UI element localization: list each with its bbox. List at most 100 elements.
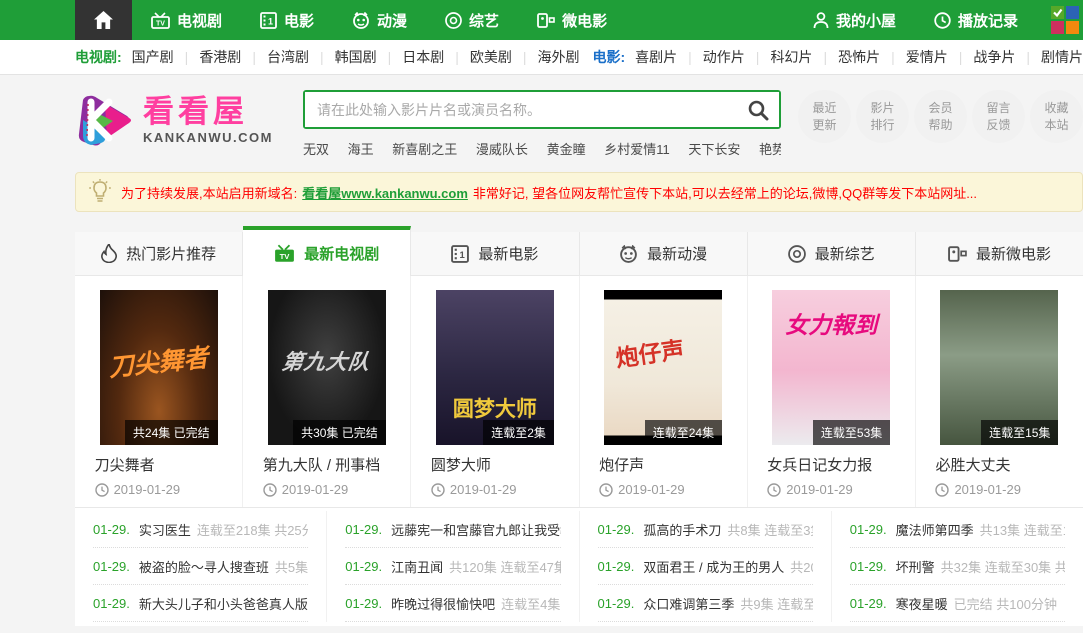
movie-poster[interactable]: 炮仔声 连载至24集: [604, 290, 722, 445]
episode-badge: 共30集 已完结: [293, 420, 386, 445]
nav-item-label: 综艺: [469, 10, 499, 31]
bookmark-site-button[interactable]: 收藏 本站: [1030, 90, 1083, 143]
update-date: 2019-01-29: [954, 482, 1021, 497]
movie-poster[interactable]: 圆梦大师 连载至2集: [436, 290, 554, 445]
movie-card[interactable]: 女力報到 连载至53集 女兵日记女力报 2019-01-29: [748, 276, 916, 507]
hot-keyword[interactable]: 乡村爱情11: [604, 142, 670, 157]
search-button[interactable]: [737, 92, 779, 127]
movie-ranking-button[interactable]: 影片 排行: [856, 90, 909, 143]
cat-movie-scifi[interactable]: 科幻片: [770, 47, 812, 67]
tab-latest-micro-movies[interactable]: 最新微电影: [916, 232, 1083, 276]
feedback-button[interactable]: 留言 反馈: [972, 90, 1025, 143]
list-item[interactable]: 01-29. 孤高的手术刀 共8集 连载至3集 共: [598, 511, 813, 548]
user-icon: [813, 12, 829, 29]
search-area: 无双 海王 新喜剧之王 漫威队长 黄金瞳 乡村爱情11 天下长安 艳势番之新青年: [303, 90, 781, 158]
hot-keyword[interactable]: 天下长安: [688, 142, 740, 157]
site-header: 看看屋 KANKANWU.COM 无双 海王 新喜剧之王 漫威队长 黄金瞳 乡村…: [75, 75, 1083, 168]
home-button[interactable]: [75, 0, 132, 40]
flame-icon: [101, 244, 117, 263]
nav-item-my-house[interactable]: 我的小屋: [794, 0, 915, 40]
nav-item-play-history[interactable]: 播放记录: [915, 0, 1037, 40]
nav-item-anime[interactable]: 动漫: [333, 0, 426, 40]
list-item[interactable]: 01-29. 众口难调第三季 共9集 连载至2: [598, 585, 813, 622]
movie-title[interactable]: 女兵日记女力报: [767, 454, 895, 475]
hot-keyword[interactable]: 漫威队长: [476, 142, 528, 157]
recent-updates-button[interactable]: 最近 更新: [798, 90, 851, 143]
cat-movie-horror[interactable]: 恐怖片: [838, 47, 880, 67]
nav-item-label: 我的小屋: [836, 10, 896, 31]
category-bar: 电视剧: 国产剧| 香港剧| 台湾剧| 韩国剧| 日本剧| 欧美剧| 海外剧 电…: [0, 40, 1083, 75]
list-item[interactable]: 01-29. 新大头儿子和小头爸爸真人版 共: [93, 585, 308, 622]
tv-icon: TV: [151, 12, 170, 29]
movie-title[interactable]: 炮仔声: [599, 454, 727, 475]
list-item[interactable]: 01-29. 昨晚过得很愉快吧 连载至4集 共30: [345, 585, 560, 622]
tab-hot-recommend[interactable]: 热门影片推荐: [75, 232, 243, 276]
camera-icon: [537, 12, 555, 29]
clock-icon: [599, 483, 613, 497]
notice-domain-link[interactable]: 看看屋www.kankanwu.com: [302, 183, 468, 202]
tab-latest-variety[interactable]: 最新综艺: [748, 232, 916, 276]
movie-poster[interactable]: 第九大队 共30集 已完结: [268, 290, 386, 445]
tab-latest-anime[interactable]: 最新动漫: [580, 232, 748, 276]
cat-tv-taiwan[interactable]: 台湾剧: [267, 47, 309, 67]
episode-badge: 连载至53集: [813, 420, 890, 445]
movie-card[interactable]: 炮仔声 连载至24集 炮仔声 2019-01-29: [580, 276, 748, 507]
clock-icon: [431, 483, 445, 497]
svg-text:1: 1: [268, 16, 273, 26]
movie-poster[interactable]: 女力報到 连载至53集: [772, 290, 890, 445]
movie-title[interactable]: 第九大队 / 刑事档: [263, 454, 391, 475]
cat-tv-domestic[interactable]: 国产剧: [132, 47, 174, 67]
movie-title[interactable]: 圆梦大师: [431, 454, 559, 475]
cat-tv-hongkong[interactable]: 香港剧: [199, 47, 241, 67]
list-item[interactable]: 01-29. 江南丑闻 共120集 连载至47集 共: [345, 548, 560, 585]
episode-badge: 连载至2集: [483, 420, 554, 445]
tv-icon: TV: [274, 244, 295, 263]
episode-badge: 连载至15集: [981, 420, 1058, 445]
cat-tv-korea[interactable]: 韩国剧: [335, 47, 377, 67]
cat-movie-comedy[interactable]: 喜剧片: [635, 47, 677, 67]
movie-poster[interactable]: 刀尖舞者 共24集 已完结: [100, 290, 218, 445]
movie-title[interactable]: 刀尖舞者: [95, 454, 223, 475]
tab-latest-movies[interactable]: 1 最新电影: [411, 232, 579, 276]
list-item[interactable]: 01-29. 远藤宪一和宫藤官九郎让我受教 共: [345, 511, 560, 548]
cat-movie-war[interactable]: 战争片: [973, 47, 1015, 67]
cat-movie-action[interactable]: 动作片: [703, 47, 745, 67]
nav-item-label: 播放记录: [958, 10, 1018, 31]
member-help-button[interactable]: 会员 帮助: [914, 90, 967, 143]
nav-item-label: 电影: [284, 10, 314, 31]
nav-item-tv-series[interactable]: TV 电视剧: [132, 0, 241, 40]
list-item[interactable]: 01-29. 实习医生 连载至218集 共25分钟: [93, 511, 308, 548]
hot-keyword[interactable]: 黄金瞳: [547, 142, 586, 157]
movie-card[interactable]: 圆梦大师 连载至2集 圆梦大师 2019-01-29: [411, 276, 579, 507]
movie-card[interactable]: 连载至15集 必胜大丈夫 2019-01-29: [916, 276, 1083, 507]
hot-keyword[interactable]: 艳势番之新青年: [759, 142, 781, 157]
hot-keyword[interactable]: 海王: [348, 142, 374, 157]
nav-item-label: 电视剧: [177, 10, 222, 31]
nav-item-micro-movie[interactable]: 微电影: [518, 0, 626, 40]
site-logo[interactable]: 看看屋 KANKANWU.COM: [75, 90, 303, 150]
tab-latest-tv-series[interactable]: TV 最新电视剧: [243, 226, 411, 276]
search-icon: [747, 99, 769, 121]
episode-badge: 共24集 已完结: [125, 420, 218, 445]
cat-tv-overseas[interactable]: 海外剧: [538, 47, 580, 67]
movie-card[interactable]: 第九大队 共30集 已完结 第九大队 / 刑事档 2019-01-29: [243, 276, 411, 507]
movie-poster[interactable]: 连载至15集: [940, 290, 1058, 445]
cat-tv-western[interactable]: 欧美剧: [470, 47, 512, 67]
hot-keyword[interactable]: 无双: [303, 142, 329, 157]
movie-card[interactable]: 刀尖舞者 共24集 已完结 刀尖舞者 2019-01-29: [75, 276, 243, 507]
latest-tv-cards: 刀尖舞者 共24集 已完结 刀尖舞者 2019-01-29 第九大队 共30集 …: [75, 276, 1083, 507]
nav-item-variety[interactable]: 综艺: [426, 0, 518, 40]
search-input[interactable]: [305, 92, 737, 127]
cat-movie-drama[interactable]: 剧情片: [1041, 47, 1083, 67]
list-item[interactable]: 01-29. 寒夜星暖 已完结 共100分钟: [850, 585, 1065, 622]
cat-tv-japan[interactable]: 日本剧: [402, 47, 444, 67]
cat-movie-romance[interactable]: 爱情片: [906, 47, 948, 67]
list-item[interactable]: 01-29. 魔法师第四季 共13集 连载至1集: [850, 511, 1065, 548]
list-item[interactable]: 01-29. 双面君王 / 成为王的男人 共20: [598, 548, 813, 585]
apps-grid-icon[interactable]: [1037, 0, 1083, 40]
movie-title[interactable]: 必胜大丈夫: [935, 454, 1063, 475]
nav-item-movies[interactable]: 1 电影: [241, 0, 333, 40]
list-item[interactable]: 01-29. 坏刑警 共32集 连载至30集 共30分: [850, 548, 1065, 585]
list-item[interactable]: 01-29. 被盗的脸～寻人搜查班 共5集 连载: [93, 548, 308, 585]
hot-keyword[interactable]: 新喜剧之王: [392, 142, 457, 157]
